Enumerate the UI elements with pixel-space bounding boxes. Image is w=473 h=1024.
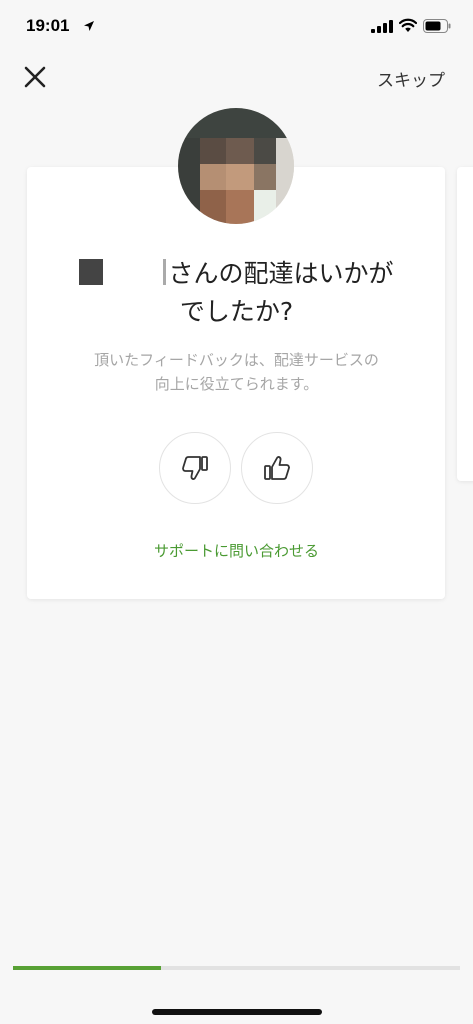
redacted-name-block	[79, 259, 104, 285]
redacted-name-bar	[163, 259, 167, 285]
thumbs-down-icon	[182, 456, 208, 480]
close-icon[interactable]	[22, 64, 48, 90]
headline-line-2: でしたか?	[179, 297, 294, 326]
skip-button[interactable]: スキップ	[377, 66, 445, 91]
thumbs-up-button[interactable]	[241, 432, 313, 504]
home-indicator[interactable]	[152, 1009, 322, 1015]
thumbs-up-icon	[264, 456, 290, 480]
wifi-icon	[399, 18, 417, 32]
contact-support-link[interactable]: サポートに問い合わせる	[0, 540, 473, 561]
progress-track	[13, 966, 460, 970]
battery-icon	[423, 19, 451, 33]
feedback-question: さんの配達はいかが でしたか?	[0, 255, 473, 331]
status-time: 19:01	[26, 16, 70, 35]
headline-line-1: さんの配達はいかが	[168, 259, 394, 288]
description-line-1: 頂いたフィードバックは、配達サービスの	[94, 351, 379, 369]
feedback-description: 頂いたフィードバックは、配達サービスの 向上に役立てられます。	[0, 348, 473, 396]
description-line-2: 向上に役立てられます。	[154, 375, 319, 393]
location-arrow-icon	[84, 21, 94, 31]
thumbs-down-button[interactable]	[159, 432, 231, 504]
progress-fill	[13, 966, 161, 970]
cellular-signal-icon	[371, 20, 393, 33]
status-bar: 19:01	[0, 0, 473, 54]
driver-avatar	[178, 108, 294, 224]
